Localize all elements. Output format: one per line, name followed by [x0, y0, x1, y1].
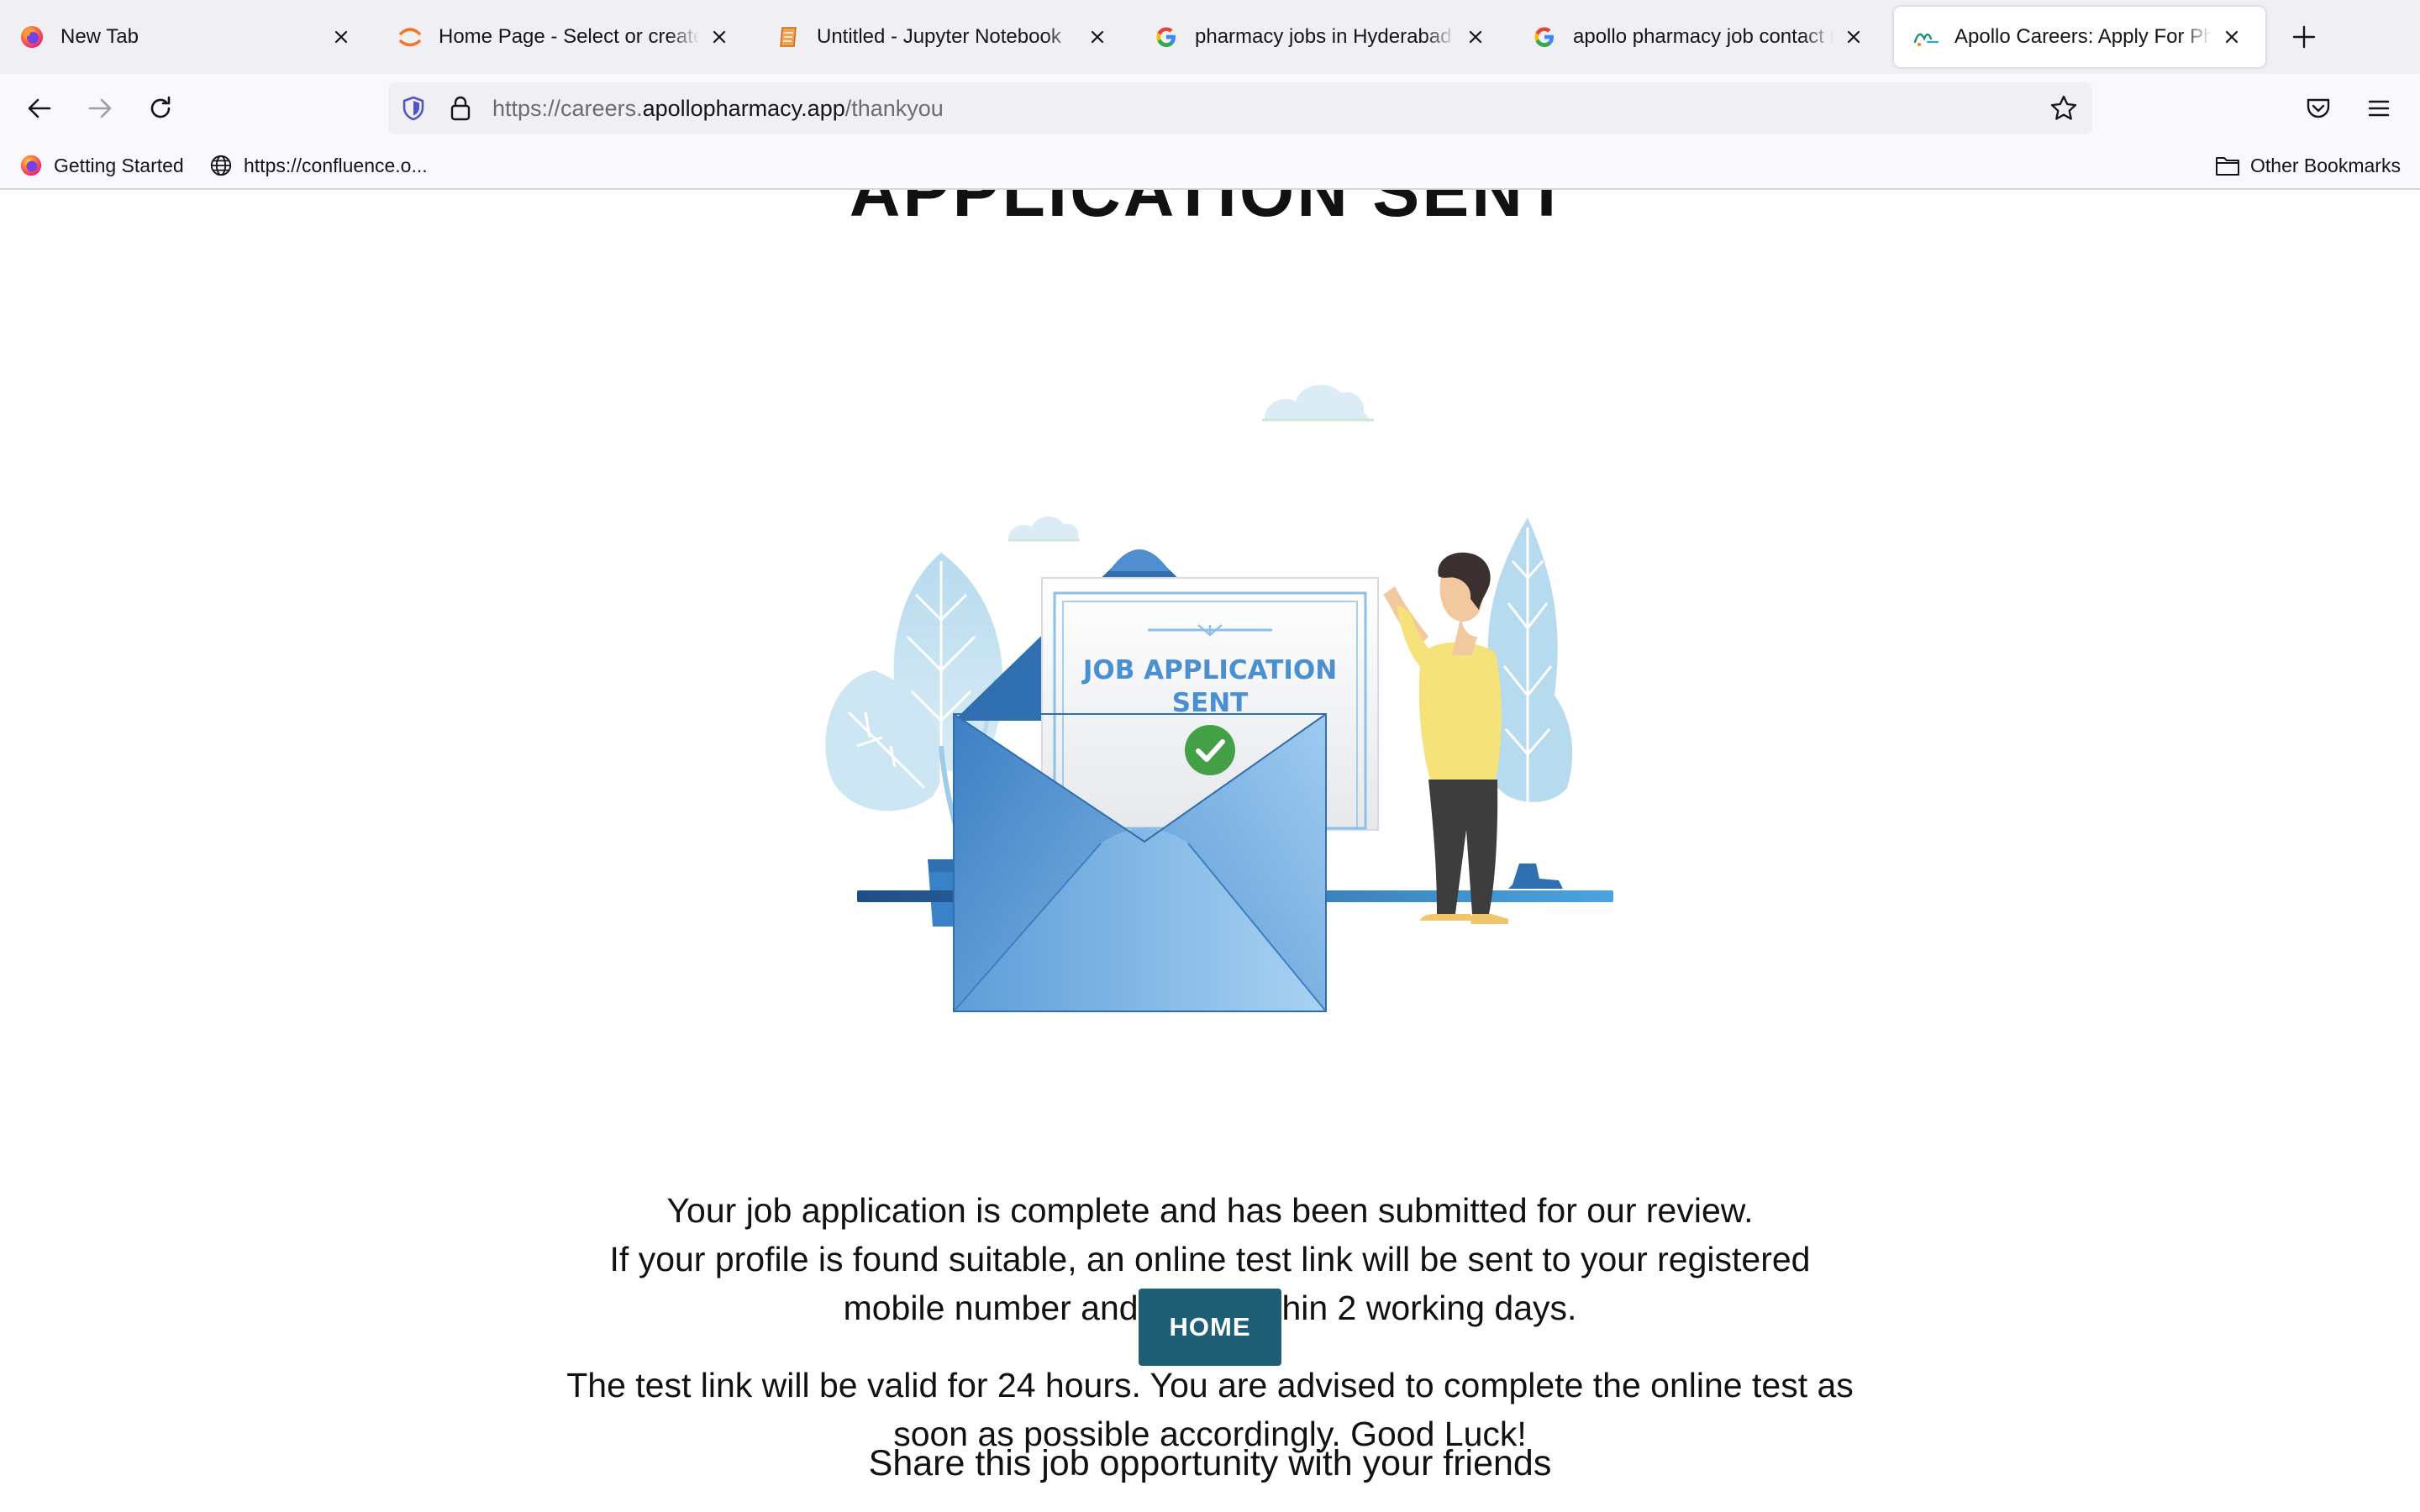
- tab-strip: New Tab Home Page - Select or create a n…: [0, 0, 2420, 74]
- tab-title: Home Page - Select or create a notebook: [439, 25, 699, 48]
- url-host: apollopharmacy.app: [642, 96, 845, 121]
- tab-title: apollo pharmacy job contact number: [1573, 25, 1833, 48]
- bookmark-getting-started[interactable]: Getting Started: [18, 150, 184, 181]
- google-icon: [1153, 24, 1180, 50]
- other-bookmarks-label: Other Bookmarks: [2250, 154, 2401, 176]
- share-heading: Share this job opportunity with your fri…: [868, 1443, 1552, 1483]
- tab-jupyter-notebook[interactable]: Untitled - Jupyter Notebook: [756, 7, 1131, 67]
- person-figure: [1383, 552, 1508, 924]
- tab-title: pharmacy jobs in Hyderabad - Google Sear…: [1195, 25, 1455, 48]
- firefox-icon: [18, 24, 45, 50]
- cloud: [1008, 385, 1370, 539]
- address-bar[interactable]: https://careers.apollopharmacy.app/thank…: [388, 82, 2092, 134]
- bookmark-label: https://confluence.o...: [244, 154, 428, 176]
- pocket-button[interactable]: [2297, 87, 2339, 129]
- home-button[interactable]: HOME: [1139, 1289, 1281, 1366]
- forward-button[interactable]: [79, 87, 121, 129]
- folder-icon: [2215, 153, 2240, 178]
- new-tab-button[interactable]: [2282, 15, 2326, 59]
- confirmation-message-line-1: Your job application is complete and has…: [666, 1191, 1754, 1230]
- notebook-icon: [775, 24, 802, 50]
- navigation-toolbar: https://careers.apollopharmacy.app/thank…: [0, 74, 2420, 143]
- url-scheme: https://careers.: [492, 96, 643, 121]
- bookmarks-toolbar: Getting Started https://confluence.o... …: [0, 143, 2420, 190]
- url-text[interactable]: https://careers.apollopharmacy.app/thank…: [492, 82, 944, 134]
- tab-title: Apollo Careers: Apply For Pharmacy Jobs: [1954, 25, 2212, 48]
- tab-jupyter-home[interactable]: Home Page - Select or create a notebook: [378, 7, 753, 67]
- url-path: /thankyou: [844, 96, 944, 121]
- tab-new-tab[interactable]: New Tab: [0, 7, 375, 67]
- other-bookmarks-folder[interactable]: Other Bookmarks: [2215, 150, 2401, 181]
- tab-google-search-contact[interactable]: apollo pharmacy job contact number: [1512, 7, 1887, 67]
- tab-title: New Tab: [60, 25, 139, 48]
- google-icon: [1531, 24, 1558, 50]
- globe-icon: [208, 153, 234, 178]
- firefox-icon: [18, 153, 44, 178]
- arrow-left-icon: [28, 98, 51, 118]
- application-sent-illustration: JOB APPLICATION SENT: [825, 385, 1613, 1012]
- validity-message-line-1: The test link will be valid for 24 hours…: [566, 1366, 1854, 1404]
- hamburger-menu-icon: [2368, 100, 2390, 117]
- bookmark-star-icon[interactable]: [2047, 92, 2081, 125]
- apollo-icon: [1912, 24, 1939, 50]
- page-content: APPLICATION SENT JOB APPLICATION SENT Yo…: [0, 190, 2420, 1512]
- check-circle-icon: [1185, 725, 1235, 775]
- close-icon[interactable]: [1460, 22, 1491, 52]
- tab-title: Untitled - Jupyter Notebook: [817, 25, 1061, 48]
- close-icon[interactable]: [704, 22, 734, 52]
- lock-icon[interactable]: [445, 92, 476, 124]
- close-icon[interactable]: [1839, 22, 1869, 52]
- tab-apollo-careers[interactable]: Apollo Careers: Apply For Pharmacy Jobs: [1894, 7, 2265, 67]
- reload-icon: [150, 96, 171, 118]
- illustration-card-title: JOB APPLICATION: [1081, 655, 1337, 685]
- pocket-icon: [2307, 98, 2330, 118]
- page-title: APPLICATION SENT: [849, 190, 1571, 231]
- close-icon[interactable]: [326, 22, 356, 52]
- bookmark-label: Getting Started: [54, 154, 184, 176]
- close-icon[interactable]: [2217, 22, 2247, 52]
- close-icon[interactable]: [1082, 22, 1113, 52]
- arrow-right-icon: [88, 98, 112, 118]
- tracking-protection-shield-icon[interactable]: [398, 93, 429, 123]
- jupyter-icon: [397, 24, 424, 50]
- bookmark-confluence[interactable]: https://confluence.o...: [208, 150, 428, 181]
- app-menu-button[interactable]: [2358, 87, 2400, 129]
- confirmation-message-line-2: If your profile is found suitable, an on…: [609, 1240, 1811, 1278]
- tab-google-search-jobs[interactable]: pharmacy jobs in Hyderabad - Google Sear…: [1134, 7, 1509, 67]
- plus-icon: [2292, 25, 2316, 49]
- back-button[interactable]: [18, 87, 60, 129]
- reload-button[interactable]: [139, 87, 182, 129]
